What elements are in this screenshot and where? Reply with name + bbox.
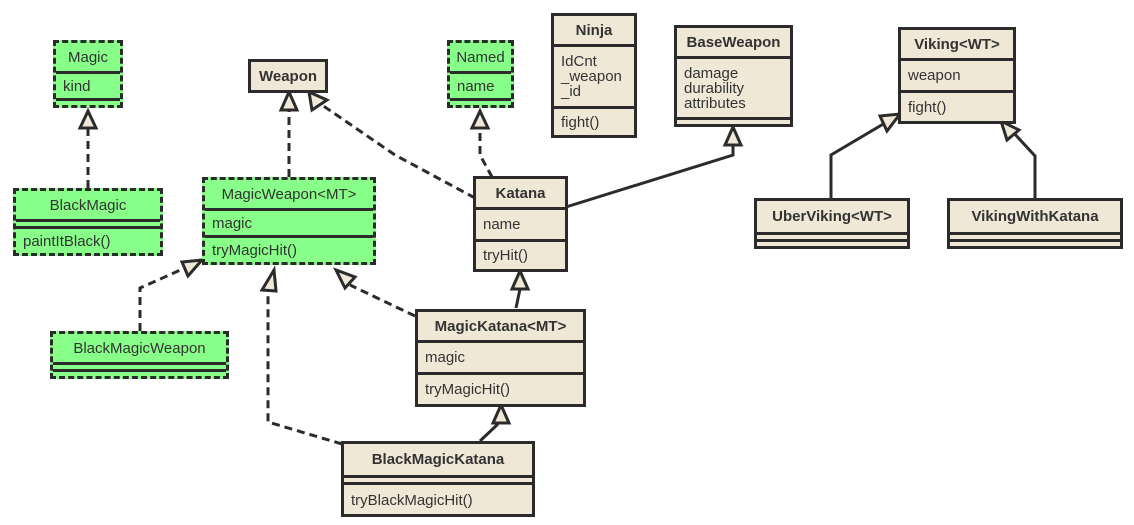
fields-section (344, 475, 532, 482)
class-name: BlackMagicWeapon (73, 340, 206, 357)
arrowhead-magicweapon-from-blackmagickatana (259, 265, 278, 293)
method: tryHit() (483, 247, 528, 264)
class-name: Named (456, 49, 505, 66)
method: tryBlackMagicHit() (351, 492, 473, 509)
arrowhead-katana (509, 267, 531, 291)
methods-section (757, 239, 907, 246)
field: damage (684, 65, 739, 82)
field: weapon (908, 67, 961, 84)
methods-section: tryHit() (476, 239, 565, 269)
field: _weapon (561, 68, 622, 85)
class-magic[interactable]: Magic kind (53, 40, 123, 108)
relation-blackmagickatana-magickatana (478, 422, 500, 443)
fields-section: damage durability attributes (677, 56, 790, 117)
class-magic-weapon[interactable]: MagicWeapon<MT> magic tryMagicHit() (202, 177, 376, 265)
fields-section: name (476, 207, 565, 239)
methods-section (53, 369, 226, 376)
fields-section: weapon (901, 58, 1013, 90)
fields-section (16, 219, 160, 226)
class-name: VikingWithKatana (971, 208, 1099, 225)
relation-magickatana-katana (514, 288, 522, 309)
class-name: UberViking<WT> (772, 208, 892, 225)
method: tryMagicHit() (425, 381, 510, 398)
fields-section (757, 232, 907, 239)
arrowhead-magickatana (490, 401, 512, 425)
class-name: MagicKatana<MT> (434, 318, 567, 335)
methods-section (677, 117, 790, 124)
relation-katana-named (478, 130, 494, 178)
relation-uberviking-viking (829, 121, 886, 198)
class-named[interactable]: Named name (447, 40, 514, 108)
arrowhead-viking-from-uberviking (877, 112, 904, 134)
class-name: Magic (67, 49, 108, 66)
field: durability (684, 80, 745, 97)
arrowhead-weapon-from-magicweapon (278, 88, 300, 112)
relation-magickatana-magicweapon (349, 283, 416, 318)
class-name: Ninja (575, 22, 613, 39)
methods-section (950, 239, 1120, 246)
methods-section: fight() (554, 106, 634, 135)
methods-section (56, 98, 120, 105)
methods-section: tryBlackMagicHit() (344, 482, 532, 514)
field: _id (561, 83, 582, 100)
arrowhead-magic (77, 107, 99, 130)
fields-section: magic (418, 340, 583, 372)
class-black-magic-weapon[interactable]: BlackMagicWeapon (50, 331, 229, 379)
class-ninja[interactable]: Ninja IdCnt _weapon _id fight() (551, 13, 637, 138)
class-name: MagicWeapon<MT> (221, 186, 357, 203)
class-name: BlackMagicKatana (371, 451, 505, 468)
fields-section: kind (56, 71, 120, 98)
arrowhead-named (469, 107, 491, 130)
relation-katana-baseweapon (565, 145, 735, 209)
arrowhead-baseweapon (722, 123, 744, 147)
field: name (483, 216, 521, 233)
method: paintItBlack() (23, 233, 111, 250)
class-viking-with-katana[interactable]: VikingWithKatana (947, 198, 1123, 249)
fields-section (950, 232, 1120, 239)
fields-section: magic (205, 208, 373, 235)
field: name (457, 78, 495, 95)
field: attributes (684, 95, 746, 112)
class-name: BlackMagic (49, 197, 127, 214)
field: magic (212, 215, 253, 232)
relation-blackmagickatana-magicweapon (266, 290, 343, 446)
class-name: Katana (495, 185, 546, 202)
class-weapon[interactable]: Weapon (248, 59, 328, 93)
relation-vikingwithkatana-viking (1010, 129, 1037, 198)
methods-section: fight() (901, 90, 1013, 121)
methods-section: tryMagicHit() (418, 372, 583, 404)
methods-section: tryMagicHit() (205, 235, 373, 262)
field: magic (425, 349, 466, 366)
class-viking[interactable]: Viking<WT> weapon fight() (898, 27, 1016, 124)
field: IdCnt (561, 53, 597, 70)
class-uber-viking[interactable]: UberViking<WT> (754, 198, 910, 249)
fields-section: IdCnt _weapon _id (554, 44, 634, 106)
class-name: Weapon (258, 68, 318, 85)
methods-section: paintItBlack() (16, 226, 160, 253)
arrowhead-magicweapon-from-blackmagicweapon (179, 258, 206, 279)
method: tryMagicHit() (212, 242, 297, 259)
field: kind (63, 78, 91, 95)
class-name: Viking<WT> (914, 36, 1000, 53)
class-katana[interactable]: Katana name tryHit() (473, 176, 568, 272)
methods-section (450, 98, 511, 105)
class-black-magic-katana[interactable]: BlackMagicKatana tryBlackMagicHit() (341, 441, 535, 517)
method: fight() (561, 114, 600, 131)
class-black-magic[interactable]: BlackMagic paintItBlack() (13, 188, 163, 256)
fields-section (53, 362, 226, 369)
relation-blackmagicweapon-magicweapon (138, 266, 186, 331)
class-base-weapon[interactable]: BaseWeapon damage durability attributes (674, 25, 793, 127)
class-magic-katana[interactable]: MagicKatana<MT> magic tryMagicHit() (415, 309, 586, 407)
class-name: BaseWeapon (686, 34, 781, 51)
method: fight() (908, 99, 947, 116)
fields-section: name (450, 71, 511, 98)
